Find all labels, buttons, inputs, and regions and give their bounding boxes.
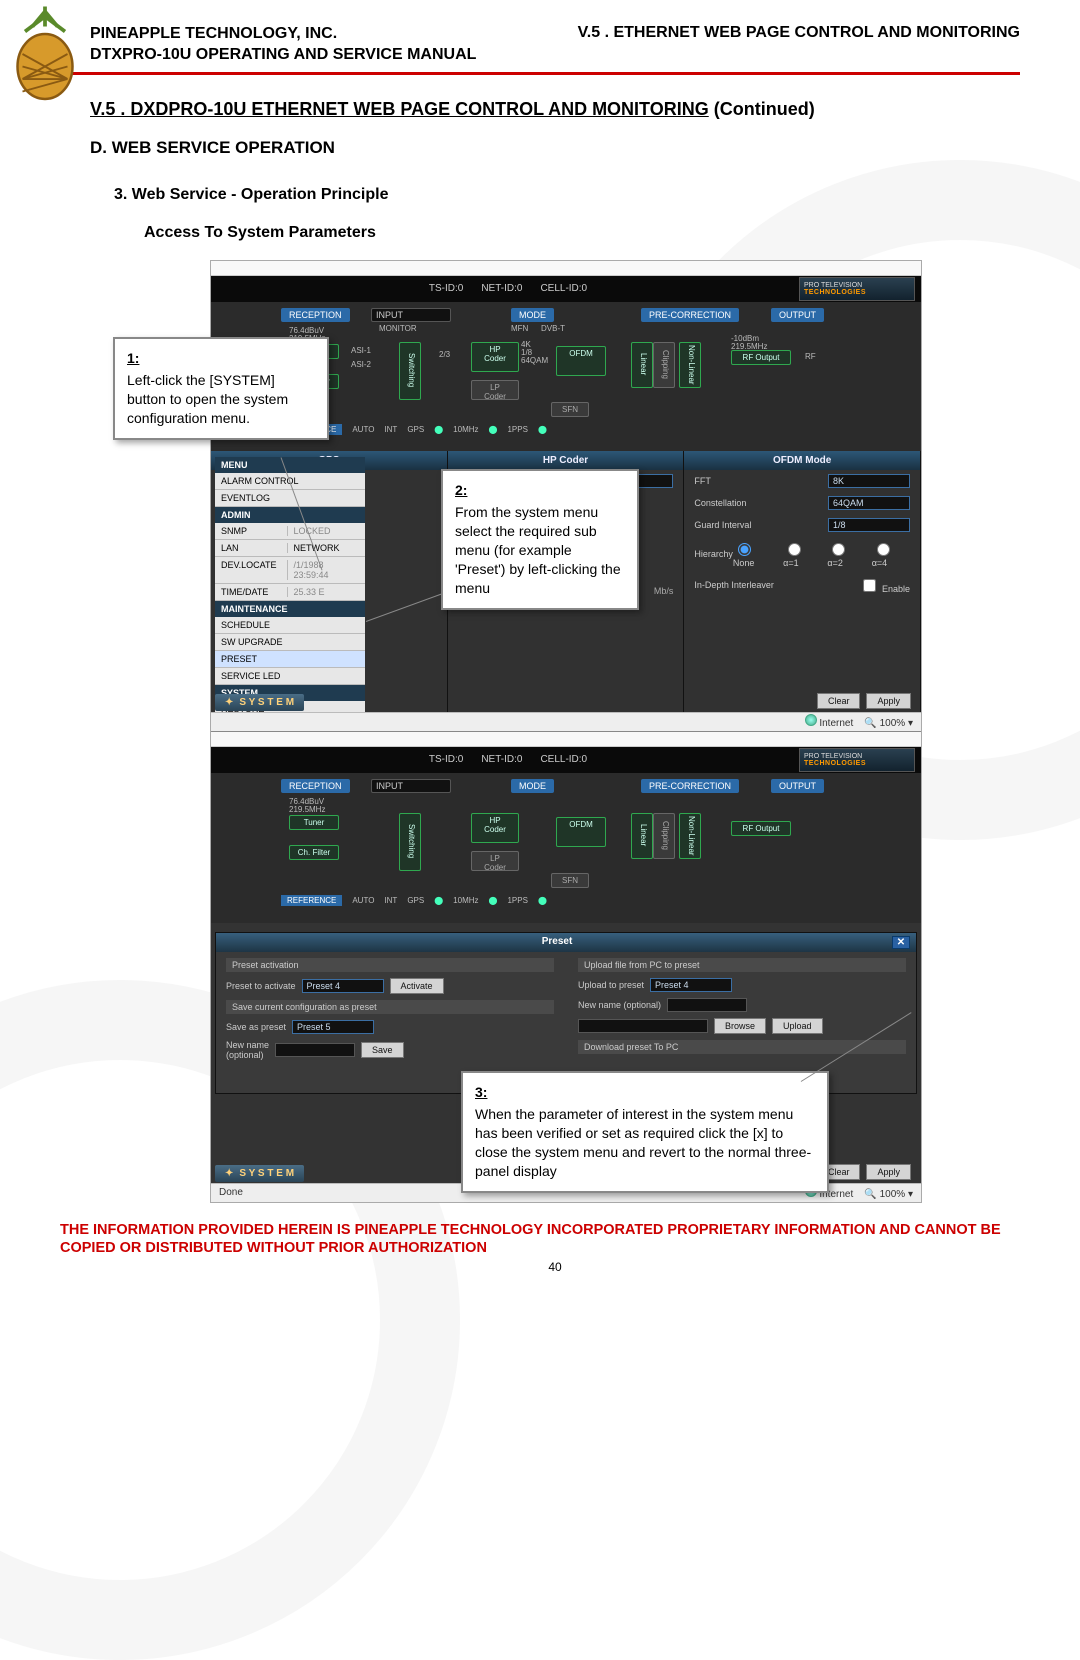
net-id: NET-ID:0 bbox=[481, 283, 522, 294]
section-mode: MODE bbox=[511, 308, 554, 322]
header-rule bbox=[60, 72, 1020, 75]
callout-3: 3: When the parameter of interest in the… bbox=[461, 1071, 829, 1193]
browse-button[interactable]: Browse bbox=[714, 1018, 766, 1034]
upload-preset-select[interactable]: Preset 4 bbox=[650, 978, 732, 992]
apply-button[interactable]: Apply bbox=[866, 1164, 911, 1180]
apply-button[interactable]: Apply bbox=[866, 693, 911, 709]
page-number: 40 bbox=[90, 1260, 1020, 1274]
subsection-d: D. WEB SERVICE OPERATION bbox=[90, 138, 1020, 158]
block-lpcoder: LP Coder bbox=[471, 380, 519, 400]
save-preset-select[interactable]: Preset 5 bbox=[292, 1020, 374, 1034]
block-clipping: Clipping bbox=[653, 342, 675, 388]
fft-select[interactable]: 8K bbox=[828, 474, 910, 488]
preset-dialog: Preset✕ Preset activation Preset to acti… bbox=[215, 932, 917, 1094]
status-bar: Internet 🔍 100% ▾ bbox=[211, 712, 921, 731]
activate-button[interactable]: Activate bbox=[390, 978, 444, 994]
block-hpcoder: HP Coder bbox=[471, 342, 519, 372]
callout-1: 1: Left-click the [SYSTEM] button to ope… bbox=[113, 337, 329, 441]
interleaver-check[interactable]: Enable bbox=[859, 576, 910, 595]
section-output: OUTPUT bbox=[771, 308, 824, 322]
panel-ofdm-header: OFDM Mode bbox=[684, 451, 920, 470]
new-name-input[interactable] bbox=[275, 1043, 355, 1057]
proprietary-footer: THE INFORMATION PROVIDED HEREIN IS PINEA… bbox=[60, 1221, 1050, 1259]
guard-select[interactable]: 1/8 bbox=[828, 518, 910, 532]
protv-logo: PRO TELEVISIONTECHNOLOGIES bbox=[799, 277, 915, 301]
upload-button[interactable]: Upload bbox=[772, 1018, 823, 1034]
pineapple-logo-icon bbox=[6, 4, 84, 104]
upload-name-input[interactable] bbox=[667, 998, 747, 1012]
preset-close-button[interactable]: ✕ bbox=[892, 936, 910, 949]
menu-snmp[interactable]: SNMPLOCKED bbox=[215, 523, 365, 540]
globe-icon bbox=[805, 714, 817, 726]
save-config-label: Save current configuration as preset bbox=[226, 1000, 554, 1014]
subsection-access: Access To System Parameters bbox=[144, 224, 1020, 242]
block-nonlinear: Non-Linear bbox=[679, 342, 701, 388]
chapter-title: V.5 . ETHERNET WEB PAGE CONTROL AND MONI… bbox=[578, 24, 1020, 66]
constellation-select[interactable]: 64QAM bbox=[828, 496, 910, 510]
subsection-3: 3. Web Service - Operation Principle bbox=[114, 186, 1020, 204]
menu-serviceled[interactable]: SERVICE LED bbox=[215, 668, 365, 685]
callout-2: 2: From the system menu select the requi… bbox=[441, 469, 639, 610]
preset-title: Preset bbox=[222, 936, 892, 949]
block-linear: Linear bbox=[631, 342, 653, 388]
hierarchy-radios[interactable]: None α=1 α=2 α=4 bbox=[733, 540, 910, 568]
block-rfoutput: RF Output bbox=[731, 350, 791, 365]
menu-eventlog[interactable]: EVENTLOG bbox=[215, 490, 365, 507]
block-ofdm: OFDM bbox=[556, 346, 606, 376]
menu-lan[interactable]: LANNETWORK bbox=[215, 540, 365, 557]
save-button[interactable]: Save bbox=[361, 1042, 404, 1058]
section-heading: V.5 . DXDPRO-10U ETHERNET WEB PAGE CONTR… bbox=[90, 99, 1020, 120]
preset-activate-select[interactable]: Preset 4 bbox=[302, 979, 384, 993]
upload-file-label: Upload file from PC to preset bbox=[578, 958, 906, 972]
block-sfn: SFN bbox=[551, 402, 589, 417]
system-button[interactable]: ✦S Y S T E M bbox=[215, 1165, 304, 1182]
section-reception: RECEPTION bbox=[281, 308, 350, 322]
preset-activation-label: Preset activation bbox=[226, 958, 554, 972]
page-header: PINEAPPLE TECHNOLOGY, INC. DTXPRO-10U OP… bbox=[90, 24, 1020, 66]
menu-devlocate[interactable]: DEV.LOCATE/1/1988 23:59:44 bbox=[215, 557, 365, 584]
file-path-input[interactable] bbox=[578, 1019, 708, 1033]
block-switching: Switching bbox=[399, 342, 421, 400]
menu-time[interactable]: TIME/DATE25.33 E bbox=[215, 584, 365, 601]
menu-swupgrade[interactable]: SW UPGRADE bbox=[215, 634, 365, 651]
system-button[interactable]: ✦S Y S T E M bbox=[215, 694, 304, 711]
company-name: PINEAPPLE TECHNOLOGY, INC. bbox=[90, 24, 476, 45]
screenshot-stack: TS-ID:0 NET-ID:0 CELL-ID:0 PRO TELEVISIO… bbox=[210, 260, 922, 1203]
section-input: INPUT bbox=[371, 308, 451, 322]
manual-name: DTXPRO-10U OPERATING AND SERVICE MANUAL bbox=[90, 45, 476, 66]
clear-button[interactable]: Clear bbox=[817, 693, 861, 709]
menu-preset[interactable]: PRESET bbox=[215, 651, 365, 668]
ts-id: TS-ID:0 bbox=[429, 283, 463, 294]
menu-schedule[interactable]: SCHEDULE bbox=[215, 617, 365, 634]
cell-id: CELL-ID:0 bbox=[540, 283, 587, 294]
panel-hp-header: HP Coder bbox=[448, 451, 684, 470]
section-precorr: PRE-CORRECTION bbox=[641, 308, 739, 322]
